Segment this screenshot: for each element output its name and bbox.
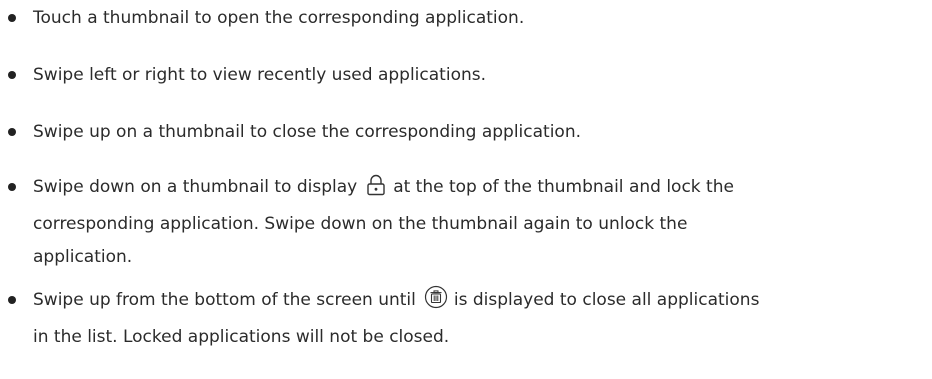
list-item-text-part: Swipe up from the bottom of the screen u… [33, 290, 416, 310]
lock-icon [365, 174, 387, 208]
list-item-text: Swipe up on a thumbnail to close the cor… [33, 122, 582, 142]
list-item-text-part: is displayed to close all applications [453, 290, 760, 310]
bullet-icon [8, 296, 16, 304]
list-item-text-part: in the list. Locked applications will no… [33, 327, 450, 347]
list-item-text-part: Swipe down on a thumbnail to display [33, 177, 358, 197]
list-item-text-part: application. [33, 247, 133, 267]
bullet-icon [8, 183, 16, 191]
list-item-text: Swipe up from the bottom of the screen u… [33, 284, 893, 354]
trash-icon [424, 285, 448, 321]
bullet-icon [8, 71, 16, 79]
list-item-text: Swipe left or right to view recently use… [33, 65, 486, 85]
list-item-text-part: corresponding application. Swipe down on… [33, 214, 688, 234]
bullet-icon [8, 128, 16, 136]
list-item-text: Touch a thumbnail to open the correspond… [33, 8, 525, 28]
bullet-icon [8, 14, 16, 22]
list-item-text-part: at the top of the thumbnail and lock the [393, 177, 734, 197]
list-item-text: Swipe down on a thumbnail to display at t… [33, 171, 893, 274]
